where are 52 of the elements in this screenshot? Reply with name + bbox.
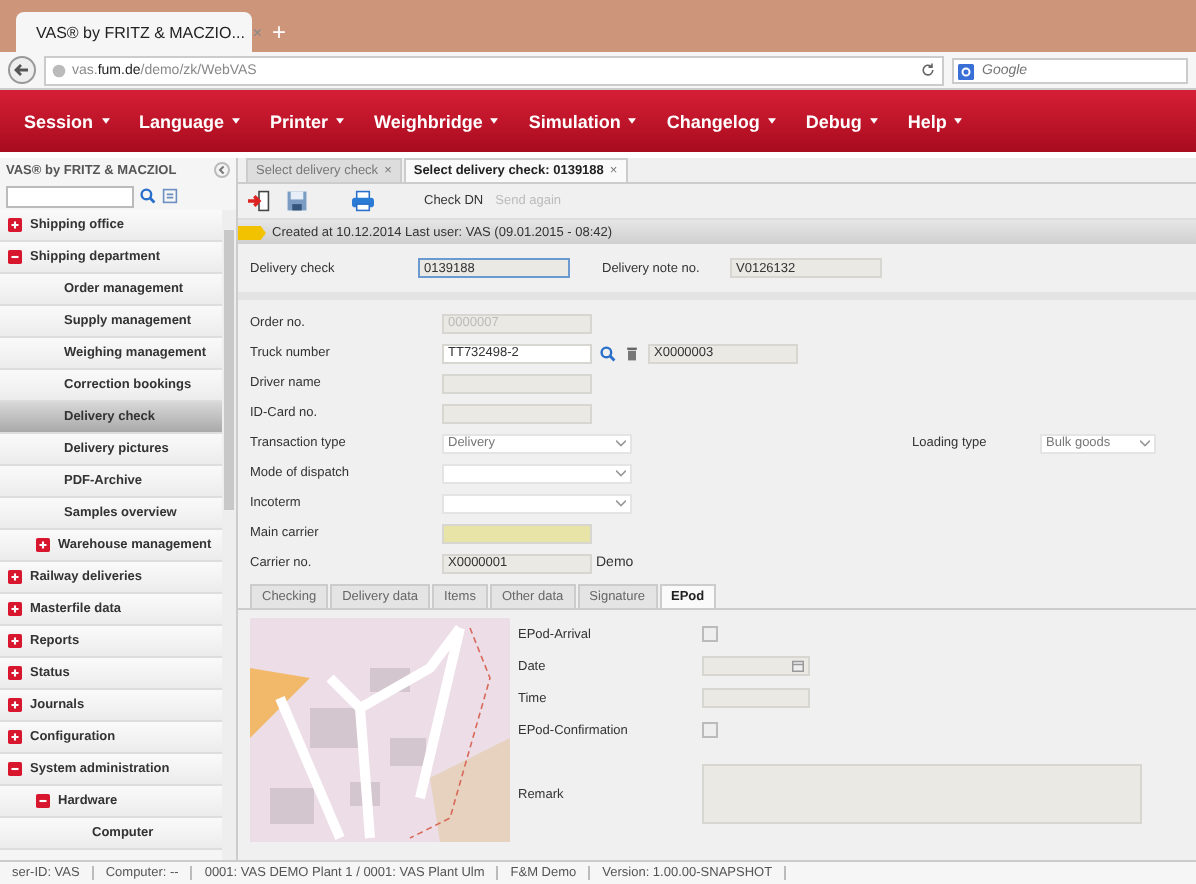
caret-icon (616, 439, 626, 447)
menu-item[interactable]: Simulation (528, 111, 637, 131)
expand-icon[interactable] (8, 730, 22, 744)
checkbox[interactable] (702, 722, 718, 738)
menu-item[interactable]: Language (139, 111, 241, 131)
search-field[interactable] (6, 185, 134, 207)
collapse-icon[interactable] (8, 762, 22, 776)
collapse-icon[interactable] (214, 162, 230, 178)
expand-icon[interactable] (36, 538, 50, 552)
expand-icon[interactable] (8, 634, 22, 648)
expand-icon[interactable] (8, 602, 22, 616)
search-icon[interactable] (600, 345, 616, 361)
expand-icon[interactable] (8, 666, 22, 680)
globe-icon (52, 63, 66, 77)
input-field[interactable] (442, 523, 592, 543)
caret-icon (767, 118, 776, 124)
menu-item[interactable]: Printer (270, 111, 345, 131)
caret-icon (232, 118, 241, 124)
menu-item[interactable]: Debug (805, 111, 878, 131)
list-icon[interactable] (162, 188, 178, 204)
collapse-icon[interactable] (36, 794, 50, 808)
expand-icon[interactable] (8, 698, 22, 712)
expand-icon[interactable] (8, 570, 22, 584)
reload-icon[interactable] (920, 62, 936, 78)
caret-icon (616, 469, 626, 477)
collapse-icon[interactable] (8, 250, 22, 264)
save-icon[interactable] (284, 190, 310, 212)
input-field[interactable] (702, 688, 810, 708)
caret-icon (954, 118, 963, 124)
menu-item[interactable]: Help (907, 111, 963, 131)
expand-icon[interactable] (8, 218, 22, 232)
menu-item[interactable]: Session (24, 111, 110, 131)
caret-icon (869, 118, 878, 124)
menu-item[interactable]: Weighbridge (374, 111, 499, 131)
caret-icon (1140, 439, 1150, 447)
date-field[interactable] (702, 656, 810, 676)
trash-icon[interactable] (624, 345, 640, 361)
tab-title: VAS® by FRITZ & MACZIO... (36, 23, 245, 41)
caret-icon (101, 118, 110, 124)
input-field[interactable] (442, 403, 592, 423)
input-field[interactable] (442, 373, 592, 393)
caret-icon (616, 499, 626, 507)
caret-icon (628, 118, 637, 124)
exit-icon[interactable] (246, 190, 272, 212)
caret-icon (490, 118, 499, 124)
print-icon[interactable] (350, 190, 376, 212)
back-icon[interactable] (8, 56, 36, 84)
search-icon[interactable] (140, 188, 156, 204)
caret-icon (336, 118, 345, 124)
checkbox[interactable] (702, 626, 718, 642)
tag-icon (238, 225, 266, 239)
menu-item[interactable]: Changelog (666, 111, 776, 131)
